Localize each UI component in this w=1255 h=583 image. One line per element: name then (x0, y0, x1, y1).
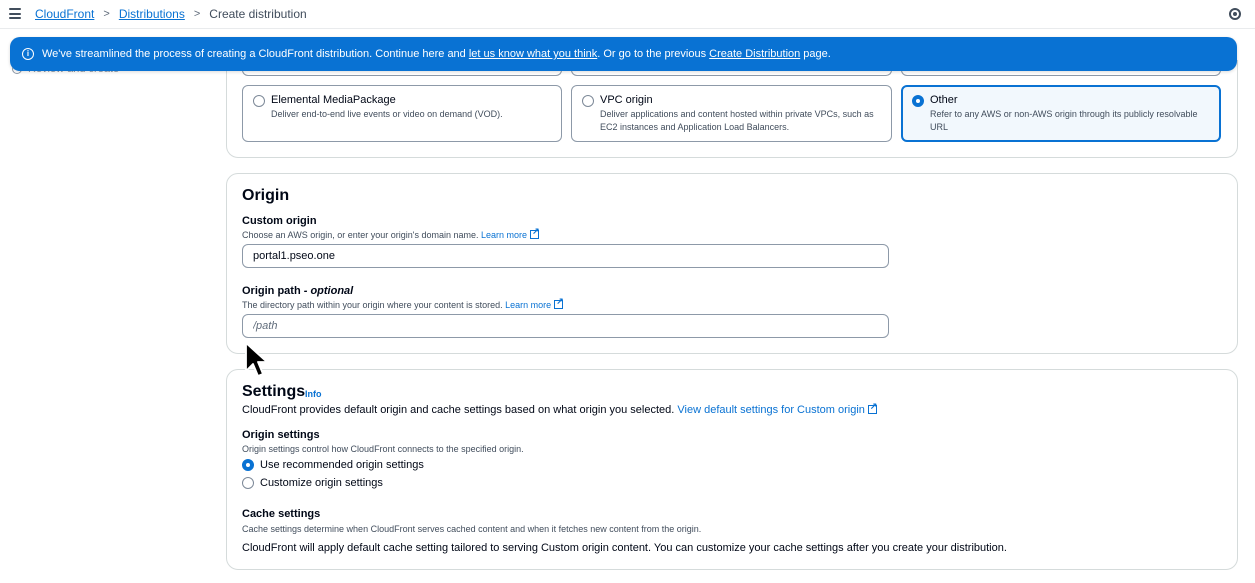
origin-path-label: Origin path - optional (242, 285, 353, 297)
description-text: Choose an AWS origin, or enter your orig… (242, 230, 479, 240)
radio-button[interactable] (582, 95, 594, 107)
mouse-cursor-icon (245, 342, 268, 377)
radio-use-recommended[interactable]: Use recommended origin settings (242, 459, 424, 471)
radio-label: Use recommended origin settings (260, 459, 424, 471)
radio-button[interactable] (253, 95, 265, 107)
tile-title: Other (930, 94, 958, 106)
settings-heading: Settings (242, 383, 306, 400)
learn-more-text: Learn more (481, 230, 528, 240)
custom-origin-description: Choose an AWS origin, or enter your orig… (242, 226, 540, 240)
settings-icon[interactable] (1229, 8, 1241, 20)
radio-button-selected[interactable] (912, 95, 924, 107)
tile-title: VPC origin (600, 94, 653, 106)
description-text: CloudFront provides default origin and c… (242, 404, 675, 416)
cache-settings-description: Cache settings determine when CloudFront… (242, 524, 702, 534)
external-link-icon (554, 296, 564, 309)
optional-tag: - optional (300, 285, 354, 297)
origin-path-description: The directory path within your origin wh… (242, 296, 564, 310)
info-flash-banner: i We've streamlined the process of creat… (10, 37, 1237, 71)
breadcrumb-separator: > (193, 8, 201, 20)
origin-settings-description: Origin settings control how CloudFront c… (242, 444, 524, 454)
origin-type-elemental-mediapackage[interactable]: Elemental MediaPackage Deliver end-to-en… (242, 85, 562, 142)
flash-text-part: page. (800, 48, 831, 60)
cache-settings-label: Cache settings (242, 508, 321, 520)
radio-label: Customize origin settings (260, 477, 383, 489)
radio-button[interactable] (242, 477, 254, 489)
origin-path-label-text: Origin path (242, 285, 301, 297)
tile-description: Refer to any AWS or non-AWS origin throu… (930, 109, 1198, 132)
view-default-settings-text: View default settings for Custom origin (677, 404, 865, 416)
breadcrumb-separator: > (103, 8, 110, 20)
origin-type-other[interactable]: Other Refer to any AWS or non-AWS origin… (901, 85, 1221, 142)
origin-path-input[interactable] (242, 314, 889, 338)
learn-more-link[interactable]: Learn more (481, 226, 540, 240)
breadcrumb-distributions[interactable]: Distributions (119, 7, 185, 21)
menu-icon[interactable] (9, 8, 21, 19)
learn-more-link[interactable]: Learn more (505, 296, 564, 310)
flash-text-part: We've streamlined the process of creatin… (42, 48, 469, 60)
learn-more-text: Learn more (505, 300, 552, 310)
custom-origin-input[interactable] (242, 244, 889, 268)
tile-description: Deliver end-to-end live events or video … (271, 109, 503, 119)
origin-settings-label: Origin settings (242, 429, 320, 441)
feedback-link[interactable]: let us know what you think (469, 48, 597, 60)
top-navigation-bar: CloudFront > Distributions > Create dist… (0, 0, 1255, 29)
tile-title: Elemental MediaPackage (271, 94, 396, 106)
description-text: The directory path within your origin wh… (242, 300, 503, 310)
flash-text-part: . Or go to the previous (597, 48, 710, 60)
external-link-icon (530, 226, 540, 239)
radio-button-selected[interactable] (242, 459, 254, 471)
radio-customize[interactable]: Customize origin settings (242, 477, 383, 489)
breadcrumb-cloudfront[interactable]: CloudFront (35, 7, 94, 21)
origin-type-vpc-origin[interactable]: VPC origin Deliver applications and cont… (571, 85, 892, 142)
breadcrumb: CloudFront > Distributions > Create dist… (35, 7, 307, 21)
breadcrumb-current: Create distribution (209, 7, 307, 21)
external-link-icon (867, 401, 877, 414)
origin-heading: Origin (242, 187, 290, 204)
view-default-settings-link[interactable]: View default settings for Custom origin (677, 401, 877, 416)
info-icon: i (22, 48, 34, 60)
tile-description: Deliver applications and content hosted … (600, 109, 874, 132)
settings-info-link[interactable]: Info (305, 389, 322, 399)
settings-description: CloudFront provides default origin and c… (242, 401, 877, 416)
cache-settings-body: CloudFront will apply default cache sett… (242, 542, 1007, 554)
custom-origin-label: Custom origin (242, 215, 317, 227)
previous-create-distribution-link[interactable]: Create Distribution (709, 48, 800, 60)
flash-text: We've streamlined the process of creatin… (42, 48, 831, 60)
